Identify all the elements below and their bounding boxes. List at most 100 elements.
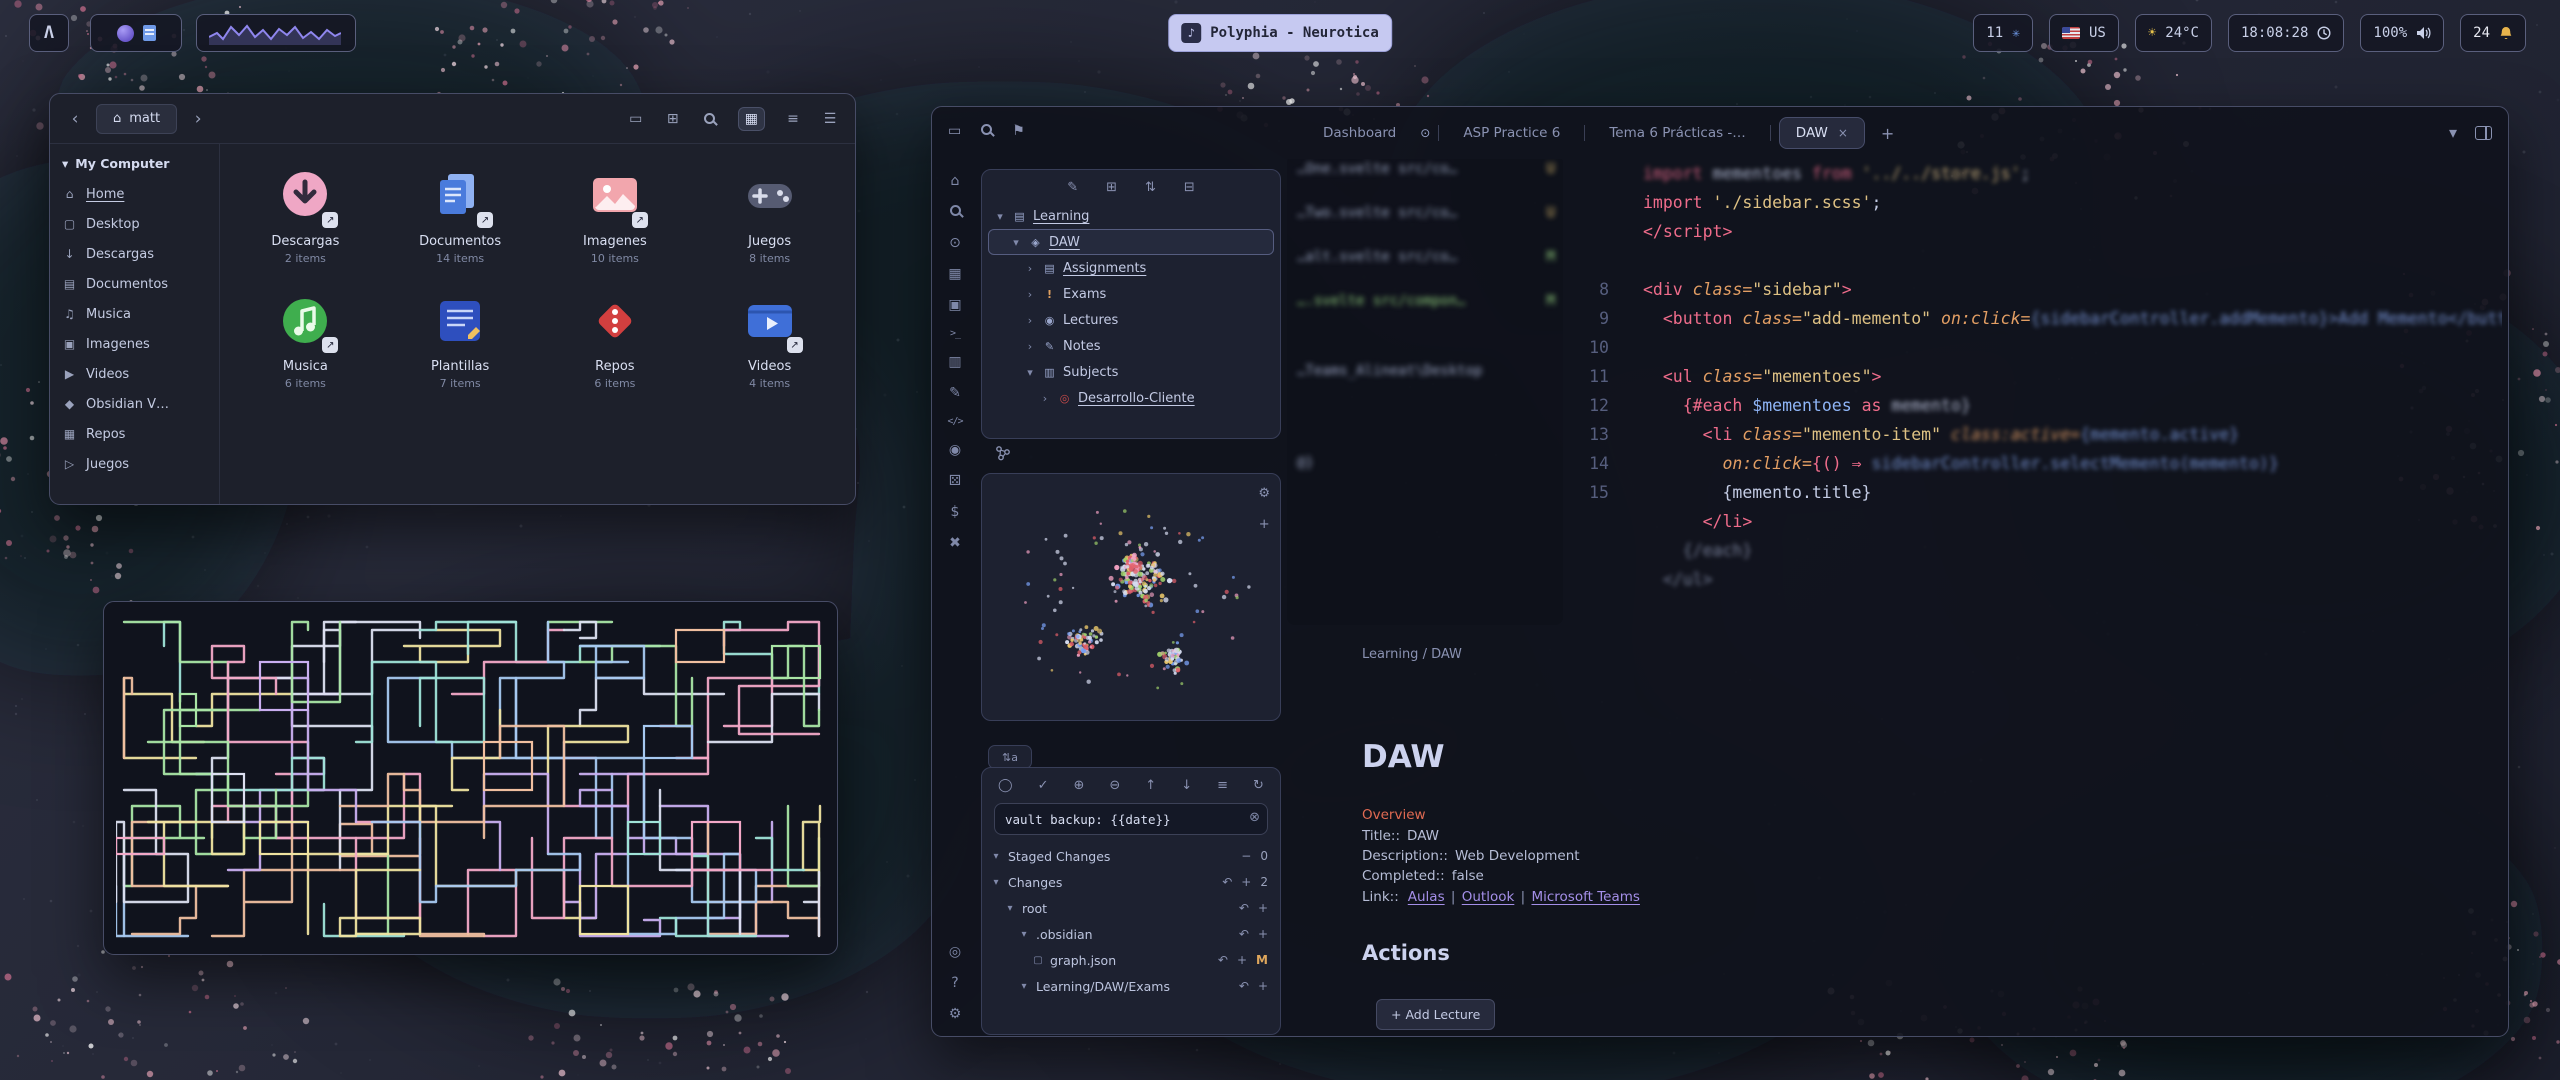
preview-icon[interactable]: ▭ (627, 107, 645, 131)
help-icon[interactable]: ? (951, 975, 958, 991)
sidebar-item-musica[interactable]: ♫Musica (62, 299, 207, 329)
crosshair-icon[interactable]: + (1258, 517, 1270, 532)
note-breadcrumb[interactable]: Learning / DAW (1362, 647, 1462, 662)
tree-item-lectures[interactable]: ›◉Lectures (988, 307, 1274, 333)
git-row-graph-json[interactable]: ▢graph.json↶+M (982, 947, 1280, 973)
graph-controls-icon[interactable] (990, 441, 1016, 465)
sidebar-item-juegos[interactable]: ▷Juegos (62, 449, 207, 479)
clear-icon[interactable]: ⊗ (1249, 810, 1260, 825)
settings-icon[interactable]: ⚙ (949, 1006, 962, 1022)
new-folder-icon[interactable]: ⊞ (664, 107, 682, 131)
search-icon[interactable] (981, 123, 992, 139)
folder-musica[interactable]: ↗Musica6 items (228, 291, 383, 390)
new-note-icon[interactable]: ✎ (1067, 180, 1078, 195)
notifications-pill[interactable]: 24 (2460, 14, 2526, 52)
stage-icon[interactable]: + (1237, 953, 1247, 967)
grid-icon[interactable]: ▦ (948, 266, 961, 282)
list-view-icon[interactable]: ≡ (784, 107, 802, 131)
git-row-staged-changes[interactable]: ▾Staged Changes−0 (982, 843, 1280, 869)
clock-pill[interactable]: 18:08:28 (2228, 14, 2344, 52)
sidebar-item-videos[interactable]: ▶Videos (62, 359, 207, 389)
tab-daw[interactable]: DAW× (1779, 117, 1865, 149)
app-icon-files[interactable] (143, 25, 156, 41)
dice-icon[interactable]: ⚄ (949, 473, 961, 489)
git-row-obsidian[interactable]: ▾.obsidian↶+ (982, 921, 1280, 947)
book-icon[interactable]: ▥ (948, 354, 961, 370)
volume-pill[interactable]: 100% (2360, 14, 2444, 52)
new-folder-icon[interactable]: ⊞ (1106, 180, 1117, 195)
search-icon[interactable] (950, 204, 961, 220)
folder-juegos[interactable]: Juegos8 items (692, 166, 847, 265)
unstage-all-icon[interactable]: ⊖ (1109, 778, 1120, 793)
pencil-icon[interactable]: ✎ (949, 385, 961, 401)
link-aulas[interactable]: Aulas (1408, 889, 1445, 905)
sort-order-button[interactable]: ⇅a (988, 745, 1032, 769)
tab-tema-6-pr-cticas[interactable]: Tema 6 Prácticas -… (1593, 118, 1761, 148)
dollar-icon[interactable]: $ (951, 504, 960, 520)
git-row-learning-daw-exams[interactable]: ▾Learning/DAW/Exams↶+ (982, 973, 1280, 999)
push-icon[interactable]: ↑ (1145, 778, 1156, 793)
launcher-button[interactable]: Λ (29, 14, 69, 52)
git-row-changes[interactable]: ▾Changes↶+2 (982, 869, 1280, 895)
editor-pane[interactable]: …One.svelte src/co…U…Two.svelte src/co…U… (1281, 159, 2502, 1030)
sidebar-item-obsidian-v[interactable]: ◆Obsidian V… (62, 389, 207, 419)
sidebar-item-descargas[interactable]: ↓Descargas (62, 239, 207, 269)
close-icon[interactable]: ✖ (949, 535, 961, 551)
sort-icon[interactable]: ⇅ (1145, 180, 1156, 195)
stage-icon[interactable]: + (1258, 979, 1268, 993)
discard-icon[interactable]: ↶ (1239, 901, 1249, 915)
keyboard-layout-pill[interactable]: US (2049, 14, 2119, 52)
folder-imagenes[interactable]: ↗Imagenes10 items (538, 166, 693, 265)
sidebar-item-documentos[interactable]: ▤Documentos (62, 269, 207, 299)
chevron-down-icon[interactable]: ▾ (2449, 123, 2457, 142)
code-editor[interactable]: import mementoes from '../../store.js';i… (1573, 159, 2502, 594)
sidebar-header[interactable]: ▾ My Computer (62, 156, 207, 171)
tree-item-assignments[interactable]: ›▤Assignments (988, 255, 1274, 281)
git-row-root[interactable]: ▾root↶+ (982, 895, 1280, 921)
discard-icon[interactable]: ↶ (1218, 953, 1228, 967)
tree-item-desarrollo-cliente[interactable]: ›◎Desarrollo-Cliente (988, 385, 1274, 411)
terminal-icon[interactable]: >_ (950, 328, 960, 339)
check-icon[interactable]: ✓ (1038, 778, 1049, 793)
unstage-icon[interactable]: − (1241, 849, 1251, 863)
pin-icon[interactable]: ⊙ (949, 235, 961, 251)
new-tab-button[interactable]: + (1873, 124, 1902, 143)
stage-all-icon[interactable]: ⊕ (1073, 778, 1084, 793)
folder-icon[interactable]: ▭ (948, 123, 961, 139)
link-microsoft-teams[interactable]: Microsoft Teams (1531, 889, 1639, 905)
discard-icon[interactable]: ↶ (1222, 875, 1232, 889)
folder-repos[interactable]: Repos6 items (538, 291, 693, 390)
sidebar-item-imagenes[interactable]: ▣Imagenes (62, 329, 207, 359)
sidebar-item-home[interactable]: ⌂Home (62, 179, 207, 209)
collapse-all-icon[interactable]: ⊟ (1184, 180, 1195, 195)
tab-dashboard[interactable]: Dashboard (1307, 118, 1412, 148)
workspace-indicator[interactable]: 11 ✳ (1973, 14, 2033, 52)
tree-item-subjects[interactable]: ▾▥Subjects (988, 359, 1274, 385)
forward-icon[interactable]: › (189, 109, 207, 129)
tree-item-exams[interactable]: ›!Exams (988, 281, 1274, 307)
split-layout-icon[interactable] (2475, 126, 2492, 140)
sidebar-item-repos[interactable]: ▦Repos (62, 419, 207, 449)
tree-item-learning[interactable]: ▾▤Learning (988, 203, 1274, 229)
folder-documentos[interactable]: ↗Documentos14 items (383, 166, 538, 265)
weather-pill[interactable]: ☀ 24°C (2135, 14, 2212, 52)
stage-icon[interactable]: + (1258, 927, 1268, 941)
folder-plantillas[interactable]: Plantillas7 items (383, 291, 538, 390)
search-icon[interactable] (701, 107, 719, 131)
discard-icon[interactable]: ↶ (1239, 979, 1249, 993)
commit-message-input[interactable] (994, 803, 1268, 835)
link-outlook[interactable]: Outlook (1462, 889, 1515, 905)
add-lecture-button[interactable]: + Add Lecture (1376, 999, 1495, 1030)
camera-icon[interactable]: ◉ (949, 442, 961, 458)
home-icon[interactable]: ⌂ (951, 173, 960, 189)
app-icon-browser[interactable] (117, 25, 134, 42)
bookmark-icon[interactable]: ⚑ (1012, 123, 1025, 139)
back-icon[interactable]: ‹ (66, 109, 84, 129)
code-icon[interactable]: </> (947, 416, 962, 427)
gear-icon[interactable]: ⚙ (1258, 486, 1270, 501)
calendar-icon[interactable]: ▣ (948, 297, 961, 313)
refresh-icon[interactable]: ↻ (1253, 778, 1264, 793)
now-playing-pill[interactable]: ♪ Polyphia - Neurotica (1168, 14, 1392, 52)
folder-descargas[interactable]: ↗Descargas2 items (228, 166, 383, 265)
grid-view-icon[interactable]: ▦ (738, 107, 765, 131)
